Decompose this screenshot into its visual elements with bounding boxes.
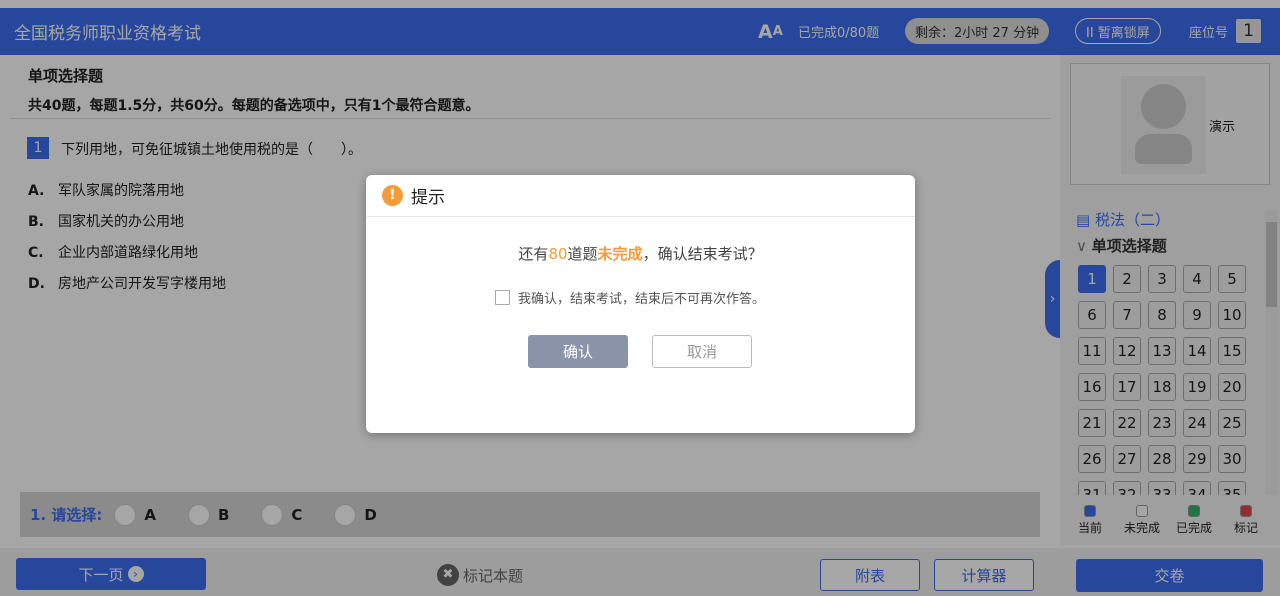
confirm-button[interactable]: 确认 (528, 335, 628, 368)
dialog-header: ! 提示 (366, 175, 915, 217)
confirm-checkbox[interactable]: 我确认，结束考试，结束后不可再次作答。 (495, 288, 765, 307)
dialog-message: 还有80道题未完成，确认结束考试？ (518, 245, 763, 263)
checkbox-icon (495, 290, 510, 305)
dialog-title: 提示 (411, 188, 445, 208)
warning-icon: ! (382, 185, 403, 206)
confirm-dialog: ! 提示 还有80道题未完成，确认结束考试？ 我确认，结束考试，结束后不可再次作答… (366, 175, 915, 433)
cancel-button[interactable]: 取消 (652, 335, 752, 368)
